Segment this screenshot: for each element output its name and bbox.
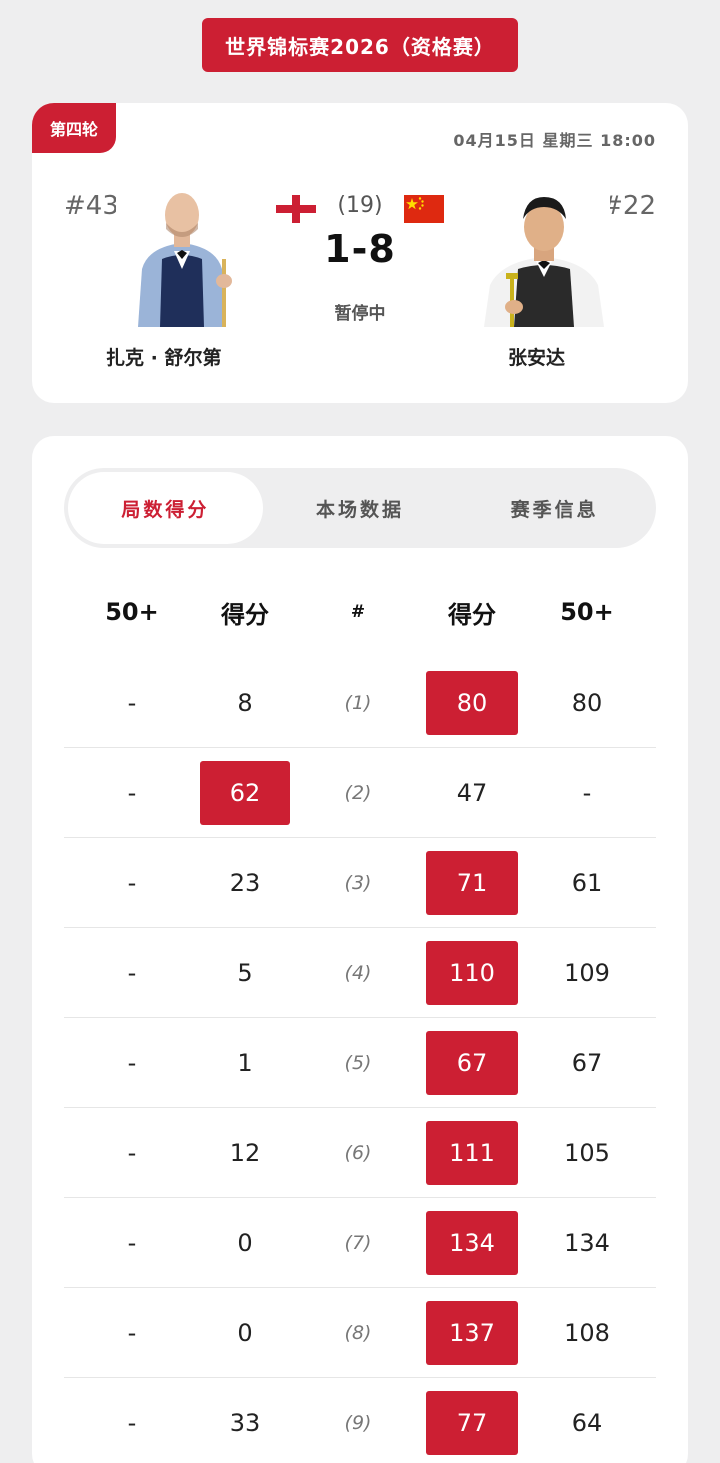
round-badge: 第四轮 <box>32 103 116 153</box>
frame-number-cell: (4) <box>344 961 372 984</box>
left-score-cell: 0 <box>200 1198 290 1287</box>
tab-bar: 局数得分 本场数据 赛季信息 <box>64 468 656 548</box>
left-player-rank: #43 <box>64 191 119 221</box>
left-breaks-cell: - <box>127 1228 137 1257</box>
left-score-value: 62 <box>200 760 290 825</box>
table-row: - 5 (4) 110 109 <box>64 928 656 1018</box>
right-breaks-cell: 67 <box>571 1048 603 1077</box>
right-breaks-cell: 108 <box>564 1318 610 1347</box>
right-score-cell: 134 <box>426 1198 518 1287</box>
left-score-value: 12 <box>229 1138 261 1167</box>
frame-number-cell: (9) <box>344 1411 372 1434</box>
left-score-cell: 1 <box>200 1018 290 1107</box>
header-left-score: 得分 <box>221 600 269 629</box>
left-score-cell: 62 <box>200 748 290 837</box>
left-score-value: 1 <box>237 1048 253 1077</box>
table-row: - 0 (8) 137 108 <box>64 1288 656 1378</box>
left-score-value: 33 <box>229 1408 261 1437</box>
frame-number-cell: (3) <box>344 871 372 894</box>
right-score-cell: 111 <box>426 1108 518 1197</box>
left-score-value: 0 <box>237 1228 253 1257</box>
right-score-value: 67 <box>426 1030 518 1095</box>
left-score-cell: 5 <box>200 928 290 1017</box>
right-breaks-cell: 134 <box>564 1228 610 1257</box>
tab-match-stats[interactable]: 本场数据 <box>263 472 458 544</box>
right-score-cell: 47 <box>426 748 518 837</box>
right-breaks-cell: 109 <box>564 958 610 987</box>
match-status: 暂停中 <box>334 304 386 324</box>
left-score-cell: 8 <box>200 658 290 747</box>
left-breaks-cell: - <box>127 1048 137 1077</box>
left-breaks-cell: - <box>127 958 137 987</box>
frame-number-cell: (1) <box>344 691 372 714</box>
left-score-value: 23 <box>229 868 261 897</box>
england-flag-icon <box>276 195 316 223</box>
table-row: - 33 (9) 77 64 <box>64 1378 656 1463</box>
right-score-value: 134 <box>426 1210 518 1275</box>
left-score-cell: 23 <box>200 838 290 927</box>
match-card[interactable]: 第四轮 04月15日 星期三 18:00 #43 #22 扎克 · 舒尔第 张安… <box>32 103 688 403</box>
header-right-breaks: 50+ <box>560 598 614 626</box>
right-score-value: 77 <box>426 1390 518 1455</box>
left-score-value: 8 <box>237 688 253 717</box>
left-player-name[interactable]: 扎克 · 舒尔第 <box>106 343 221 370</box>
right-score-value: 111 <box>426 1120 518 1185</box>
left-breaks-cell: - <box>127 778 137 807</box>
table-row: - 62 (2) 47 - <box>64 748 656 838</box>
header-frame-number: # <box>350 602 366 622</box>
match-score: 1-8 <box>324 227 396 271</box>
right-breaks-cell: - <box>582 778 592 807</box>
right-breaks-cell: 61 <box>571 868 603 897</box>
right-score-value: 47 <box>456 778 488 807</box>
left-breaks-cell: - <box>127 688 137 717</box>
table-row: - 0 (7) 134 134 <box>64 1198 656 1288</box>
left-player-avatar[interactable] <box>116 189 248 327</box>
left-breaks-cell: - <box>127 1408 137 1437</box>
tab-season-info[interactable]: 赛季信息 <box>457 472 652 544</box>
frame-number-cell: (2) <box>344 781 372 804</box>
table-header: 50+ 得分 # 得分 50+ <box>64 590 656 634</box>
tab-frame-scores[interactable]: 局数得分 <box>68 472 263 544</box>
right-score-cell: 71 <box>426 838 518 927</box>
best-of-frames: (19) <box>337 193 383 218</box>
left-breaks-cell: - <box>127 1318 137 1347</box>
right-player-name[interactable]: 张安达 <box>508 343 565 370</box>
stats-card: 局数得分 本场数据 赛季信息 50+ 得分 # 得分 50+ - 8 (1) 80 80… <box>32 436 688 1463</box>
frame-number-cell: (5) <box>344 1051 372 1074</box>
header-left-breaks: 50+ <box>105 598 159 626</box>
right-score-value: 110 <box>426 940 518 1005</box>
right-score-cell: 77 <box>426 1378 518 1463</box>
right-score-cell: 80 <box>426 658 518 747</box>
frame-number-cell: (8) <box>344 1321 372 1344</box>
table-row: - 23 (3) 71 61 <box>64 838 656 928</box>
right-score-value: 137 <box>426 1300 518 1365</box>
left-score-value: 5 <box>237 958 253 987</box>
left-score-cell: 33 <box>200 1378 290 1463</box>
right-score-cell: 137 <box>426 1288 518 1377</box>
frame-number-cell: (7) <box>344 1231 372 1254</box>
left-score-value: 0 <box>237 1318 253 1347</box>
right-score-value: 71 <box>426 850 518 915</box>
left-breaks-cell: - <box>127 1138 137 1167</box>
frame-number-cell: (6) <box>344 1141 372 1164</box>
right-score-cell: 67 <box>426 1018 518 1107</box>
right-score-cell: 110 <box>426 928 518 1017</box>
table-row: - 1 (5) 67 67 <box>64 1018 656 1108</box>
left-score-cell: 12 <box>200 1108 290 1197</box>
left-breaks-cell: - <box>127 868 137 897</box>
china-flag-icon <box>404 195 444 223</box>
table-row: - 8 (1) 80 80 <box>64 658 656 748</box>
right-score-value: 80 <box>426 670 518 735</box>
right-breaks-cell: 105 <box>564 1138 610 1167</box>
left-score-cell: 0 <box>200 1288 290 1377</box>
match-datetime: 04月15日 星期三 18:00 <box>453 131 656 150</box>
right-breaks-cell: 64 <box>571 1408 603 1437</box>
right-player-avatar[interactable] <box>478 189 610 327</box>
table-row: - 12 (6) 111 105 <box>64 1108 656 1198</box>
event-title-button[interactable]: 世界锦标赛2026（资格赛） <box>202 18 518 72</box>
right-breaks-cell: 80 <box>571 688 603 717</box>
header-right-score: 得分 <box>448 600 496 629</box>
